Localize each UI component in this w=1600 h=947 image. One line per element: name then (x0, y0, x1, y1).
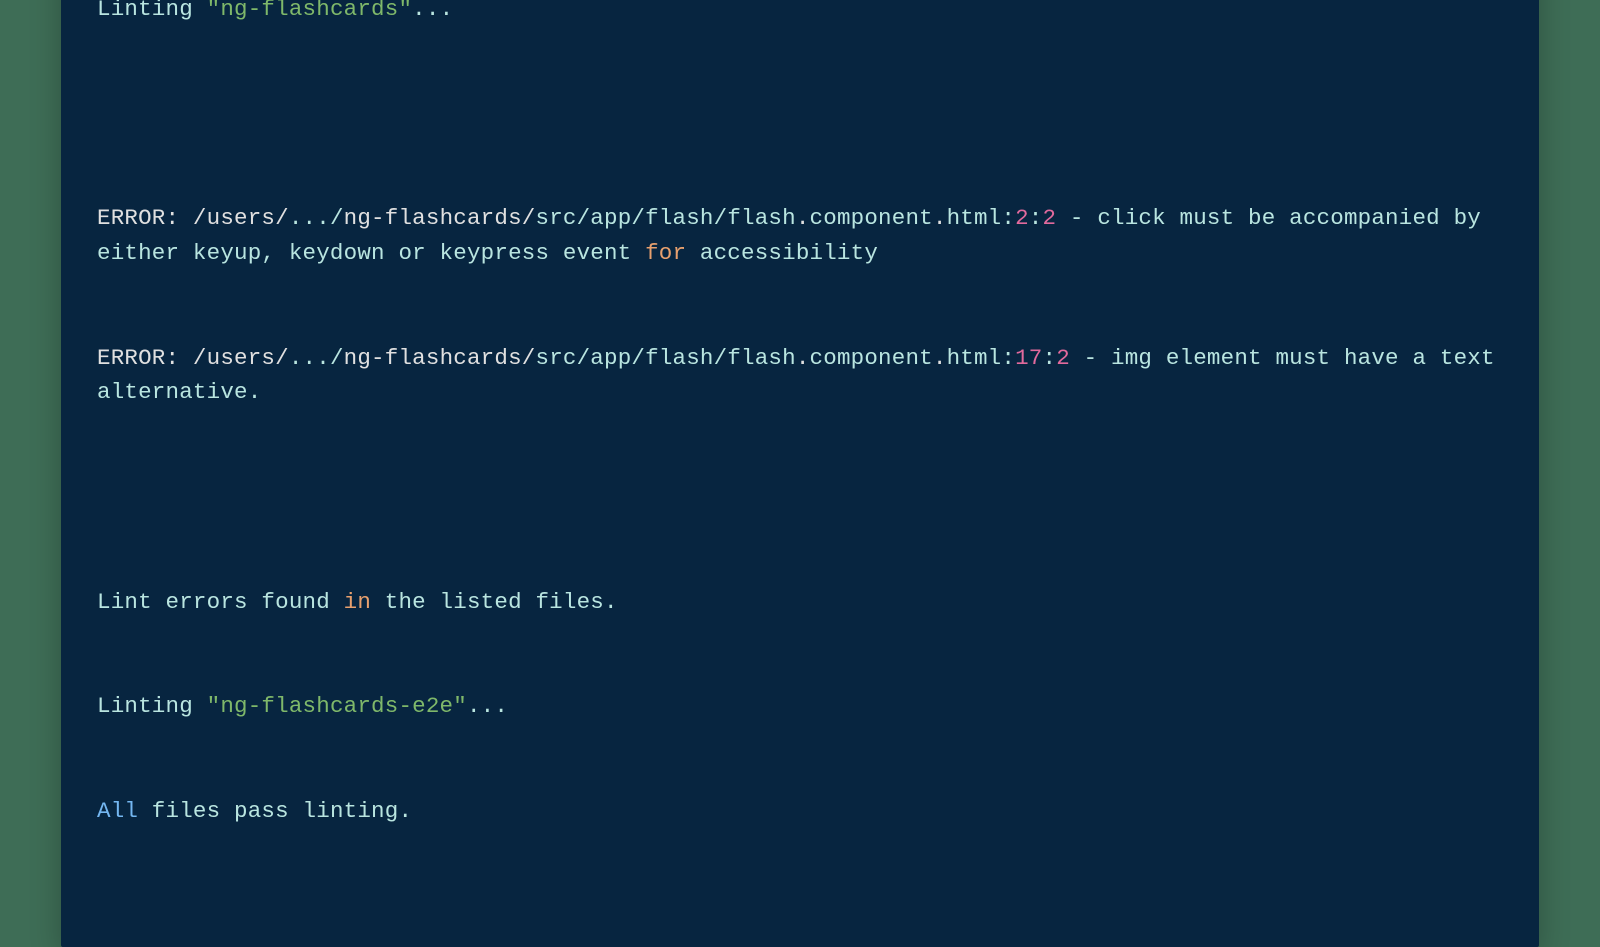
error-line: ERROR: /users/.../ng-flashcards/src/app/… (97, 341, 1503, 411)
summary-suffix: the listed files. (371, 589, 618, 615)
path-component: component (810, 205, 933, 231)
keyword-for: for (645, 240, 686, 266)
project-name: "ng-flashcards" (207, 0, 413, 22)
path-dots: .../ (289, 205, 344, 231)
path-tail: src/app/flash/flash (536, 345, 796, 371)
path-ext: html (947, 205, 1002, 231)
line-number: 17 (1015, 345, 1042, 371)
pass-rest: files pass linting. (138, 798, 412, 824)
path-project: ng-flashcards/ (344, 205, 536, 231)
path-ext: html (947, 345, 1002, 371)
terminal-output: > ng lint Linting "ng-flashcards"... ERR… (97, 0, 1503, 899)
dash: - (1070, 345, 1111, 371)
line-number: 2 (1015, 205, 1029, 231)
path-project: ng-flashcards/ (344, 345, 536, 371)
summary-line: Lint errors found in the listed files. (97, 585, 1503, 620)
linting-project-line: Linting "ng-flashcards"... (97, 0, 1503, 27)
path-tail: src/app/flash/flash (536, 205, 796, 231)
pass-line: All files pass linting. (97, 794, 1503, 829)
col-number: 2 (1056, 345, 1070, 371)
path-users: /users/ (193, 205, 289, 231)
linting-label: Linting (97, 0, 207, 22)
path-component: component (810, 345, 933, 371)
linting-ellipsis: ... (412, 0, 453, 22)
terminal-window: > ng lint Linting "ng-flashcards"... ERR… (61, 0, 1539, 947)
keyword-in: in (344, 589, 371, 615)
error-line: ERROR: /users/.../ng-flashcards/src/app/… (97, 201, 1503, 271)
colon: : (1043, 345, 1057, 371)
linting-project-line: Linting "ng-flashcards-e2e"... (97, 689, 1503, 724)
summary-prefix: Lint errors found (97, 589, 344, 615)
pass-all: All (97, 798, 138, 824)
colon: : (1001, 345, 1015, 371)
linting-label: Linting (97, 693, 207, 719)
col-number: 2 (1043, 205, 1057, 231)
colon: : (1001, 205, 1015, 231)
colon: : (1029, 205, 1043, 231)
error-label: ERROR: (97, 205, 193, 231)
path-users: /users/ (193, 345, 289, 371)
dot: . (796, 345, 810, 371)
blank-line (97, 480, 1503, 515)
dot: . (933, 205, 947, 231)
dash: - (1056, 205, 1097, 231)
dot: . (933, 345, 947, 371)
project-name: "ng-flashcards-e2e" (207, 693, 467, 719)
path-dots: .../ (289, 345, 344, 371)
dot: . (796, 205, 810, 231)
blank-line (97, 96, 1503, 131)
linting-ellipsis: ... (467, 693, 508, 719)
error-message: accessibility (686, 240, 878, 266)
error-label: ERROR: (97, 345, 193, 371)
